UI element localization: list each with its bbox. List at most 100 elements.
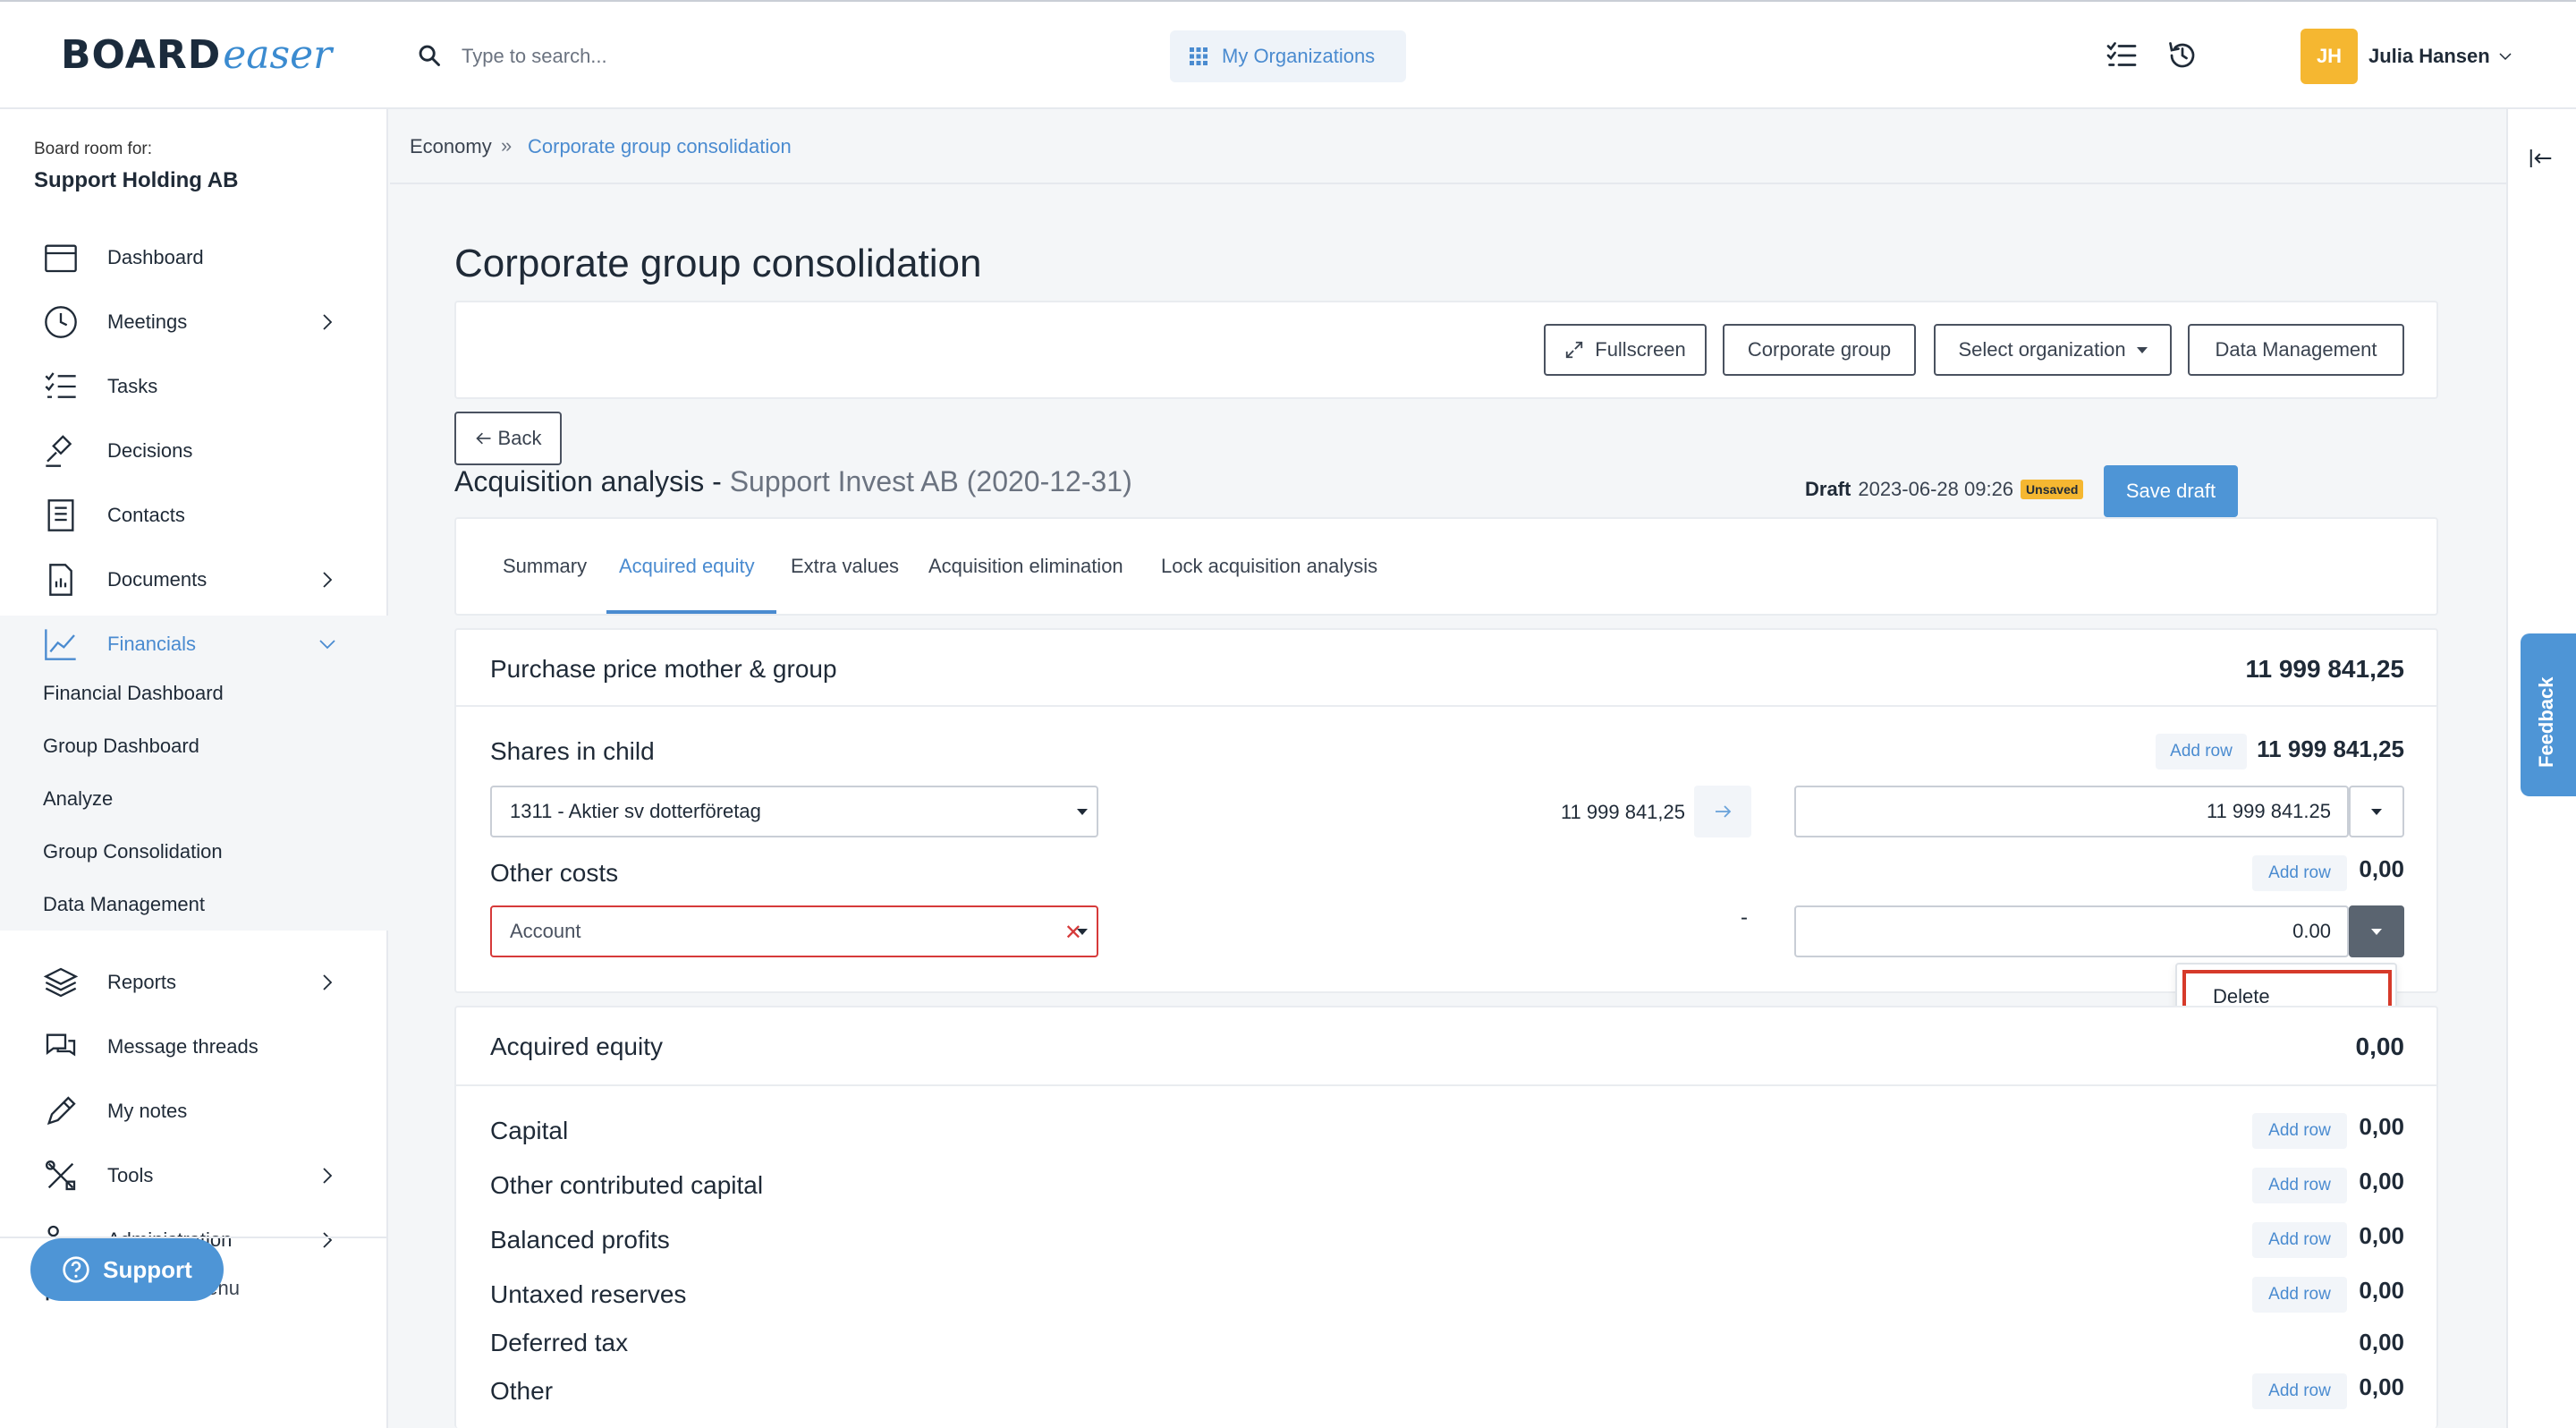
- tab-extra-values[interactable]: Extra values: [791, 555, 899, 578]
- sidebar-item-documents[interactable]: Documents: [0, 551, 388, 608]
- account-placeholder: Account: [510, 920, 581, 942]
- chevron-down-icon[interactable]: [2497, 48, 2513, 64]
- divider: [456, 705, 2436, 707]
- feedback-tab[interactable]: Feedback: [2521, 633, 2576, 796]
- layers-icon: [43, 967, 79, 998]
- chevron-right-icon: [323, 314, 333, 330]
- unsaved-badge: Unsaved: [2021, 480, 2084, 499]
- analysis-title-main: Acquisition analysis -: [454, 465, 730, 497]
- tab-lock-acquisition-analysis[interactable]: Lock acquisition analysis: [1161, 555, 1377, 578]
- boardeaser-logo[interactable]: BOARD easer: [61, 32, 332, 81]
- tab-acquisition-elimination[interactable]: Acquisition elimination: [928, 555, 1123, 578]
- sidebar-item-contacts[interactable]: Contacts: [0, 487, 388, 544]
- top-bar: BOARD easer My Organizations JH Jul: [0, 0, 2576, 109]
- other-costs-row-menu-button[interactable]: [2349, 905, 2404, 957]
- shares-row-menu-button[interactable]: [2349, 786, 2404, 837]
- back-button[interactable]: Back: [454, 412, 562, 465]
- breadcrumb-economy[interactable]: Economy: [410, 135, 492, 158]
- equity-row-capital: Capital: [490, 1117, 569, 1144]
- sidebar-item-label: Documents: [107, 568, 208, 591]
- address-book-icon: [47, 499, 74, 531]
- financials-submenu: Financial Dashboard Group Dashboard Anal…: [0, 669, 388, 931]
- equity-value: 0,00: [2359, 1329, 2404, 1356]
- chat-icon: [46, 1033, 76, 1057]
- sidebar-item-label: Tasks: [107, 375, 158, 397]
- acquired-equity-title: Acquired equity: [490, 1033, 664, 1060]
- search-input[interactable]: [462, 36, 962, 77]
- chevron-right-icon: [323, 974, 333, 990]
- submenu-group-consolidation[interactable]: Group Consolidation: [43, 840, 223, 863]
- history-icon[interactable]: [2166, 39, 2199, 72]
- chevron-right-icon: [323, 1168, 333, 1184]
- equity-value: 0,00: [2359, 1222, 2404, 1249]
- fullscreen-button[interactable]: Fullscreen: [1544, 324, 1707, 376]
- sidebar-item-message-threads[interactable]: Message threads: [0, 1018, 388, 1075]
- sidebar-item-label: Reports: [107, 971, 177, 993]
- page-title: Corporate group consolidation: [454, 242, 982, 285]
- shares-account-select[interactable]: 1311 - Aktier sv dotterföretag: [490, 786, 1098, 837]
- sidebar-item-tasks[interactable]: Tasks: [0, 358, 388, 415]
- sidebar-item-label: Meetings: [107, 310, 188, 333]
- sidebar-item-meetings[interactable]: Meetings: [0, 293, 388, 351]
- sidebar-item-financials[interactable]: Financials: [0, 616, 388, 673]
- acquired-equity-card: [454, 1006, 2438, 1428]
- chevron-down-icon: [319, 640, 335, 650]
- sidebar-item-reports[interactable]: Reports: [0, 954, 388, 1011]
- support-label: Support: [103, 1255, 192, 1283]
- equity-row-other-contributed-capital: Other contributed capital: [490, 1171, 764, 1199]
- other-costs-label: Other costs: [490, 859, 619, 887]
- equity-value: 0,00: [2359, 1277, 2404, 1304]
- purchase-price-total: 11 999 841,25: [2245, 655, 2404, 683]
- sidebar-org-name: Support Holding AB: [34, 168, 239, 192]
- caret-down-icon: [2136, 346, 2148, 353]
- tools-icon: [46, 1160, 76, 1191]
- add-row-button[interactable]: Add row: [2156, 734, 2247, 769]
- document-icon: [49, 564, 72, 596]
- board-room-for-label: Board room for:: [34, 140, 152, 158]
- select-organization-dropdown[interactable]: Select organization: [1934, 324, 2172, 376]
- arrow-right-icon: [1716, 805, 1732, 818]
- active-tab-indicator: [606, 610, 776, 614]
- sidebar-item-label: Contacts: [107, 504, 185, 526]
- logo-board-text: BOARD: [61, 32, 222, 78]
- collapse-panel-icon[interactable]: [2528, 145, 2555, 172]
- logo-easer-text: easer: [223, 32, 333, 78]
- user-name[interactable]: Julia Hansen: [2368, 45, 2490, 68]
- submenu-analyze[interactable]: Analyze: [43, 787, 113, 811]
- equity-row-balanced-profits: Balanced profits: [490, 1226, 670, 1254]
- my-organizations-button[interactable]: My Organizations: [1170, 30, 1406, 82]
- support-button[interactable]: Support: [30, 1238, 224, 1301]
- other-costs-account-select[interactable]: Account ✕: [490, 905, 1098, 957]
- sidebar-item-my-notes[interactable]: My notes: [0, 1083, 388, 1140]
- arrow-left-icon: [475, 432, 491, 445]
- save-draft-button[interactable]: Save draft: [2104, 465, 2238, 517]
- select-organization-label: Select organization: [1958, 338, 2126, 361]
- tab-summary[interactable]: Summary: [503, 555, 587, 578]
- submenu-group-dashboard[interactable]: Group Dashboard: [43, 735, 199, 758]
- other-costs-amount-input[interactable]: [1794, 905, 2349, 957]
- equity-value: 0,00: [2359, 1113, 2404, 1140]
- task-list-icon[interactable]: [2106, 39, 2138, 72]
- data-management-button[interactable]: Data Management: [2188, 324, 2404, 376]
- sidebar-item-tools[interactable]: Tools: [0, 1147, 388, 1204]
- breadcrumb-separator: »: [501, 134, 513, 157]
- submenu-data-management[interactable]: Data Management: [43, 893, 205, 916]
- corporate-group-button[interactable]: Corporate group: [1723, 324, 1916, 376]
- transfer-value-button[interactable]: [1694, 786, 1751, 837]
- equity-value: 0,00: [2359, 1168, 2404, 1194]
- purchase-price-title: Purchase price mother & group: [490, 655, 837, 683]
- user-avatar[interactable]: JH: [2301, 29, 2358, 84]
- breadcrumb-current[interactable]: Corporate group consolidation: [528, 135, 792, 158]
- equity-value: 0,00: [2359, 1373, 2404, 1400]
- tab-acquired-equity[interactable]: Acquired equity: [619, 555, 755, 578]
- caret-down-icon: [1077, 929, 1088, 935]
- draft-info: Draft 2023-06-28 09:26 Unsaved: [1805, 478, 2084, 501]
- data-management-label: Data Management: [2215, 338, 2377, 361]
- submenu-financial-dashboard[interactable]: Financial Dashboard: [43, 682, 224, 705]
- chevron-right-icon: [323, 1232, 333, 1248]
- sidebar-item-dashboard[interactable]: Dashboard: [0, 229, 388, 286]
- shares-amount-input[interactable]: [1794, 786, 2349, 837]
- sidebar-item-decisions[interactable]: Decisions: [0, 422, 388, 480]
- chevron-right-icon: [323, 572, 333, 588]
- search-icon: [419, 45, 440, 66]
